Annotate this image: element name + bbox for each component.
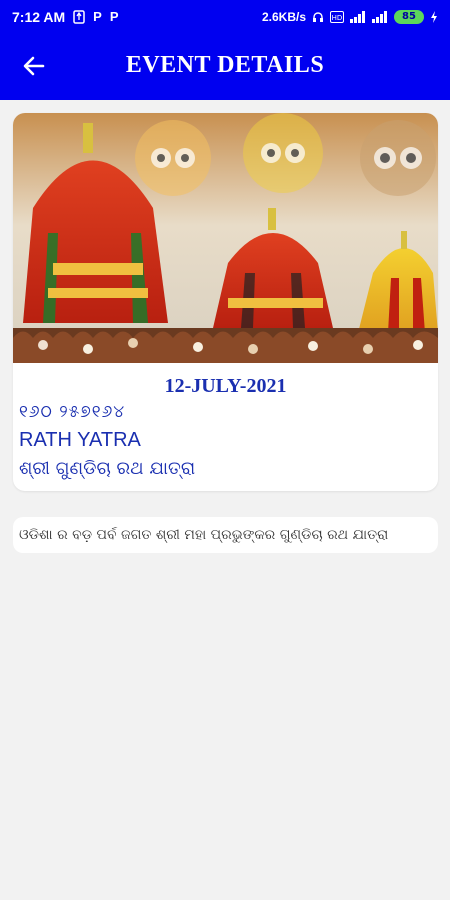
page-title: EVENT DETAILS: [125, 52, 325, 78]
event-odia-date: ୧୬ଠ ୨୫୭୧୬୪: [19, 402, 126, 422]
description-card: ଓଡିଶା ର ବଡ଼ ପର୍ବ ଜଗତ ଶ୍ରୀ ମହା ପ୍ରଭୁଙ୍କର …: [13, 517, 438, 553]
arrow-left-icon: [23, 55, 45, 81]
event-date: 12-JULY-2021: [164, 375, 287, 397]
charging-icon: [430, 10, 438, 24]
event-name: RATH YATRA: [19, 429, 141, 451]
battery-indicator: 85: [394, 9, 424, 24]
usb-icon: [73, 9, 85, 24]
event-image: [13, 113, 438, 363]
headset-icon: [312, 10, 324, 24]
event-description: ଓଡିଶା ର ବଡ଼ ପର୍ବ ଜଗତ ଶ୍ରୀ ମହା ପ୍ରଭୁଙ୍କର …: [19, 527, 389, 543]
network-speed: 2.6KB/s: [261, 9, 306, 24]
back-button[interactable]: [16, 50, 52, 86]
status-time: 7:12 AM: [12, 8, 66, 25]
p-app-icon: P: [109, 9, 119, 24]
hd-icon: HD: [330, 10, 344, 24]
signal-icon: [350, 10, 366, 24]
signal-icon: [372, 10, 388, 24]
p-app-icon: P: [93, 9, 102, 24]
svg-text:HD: HD: [332, 14, 343, 22]
status-bar: 7:12 AM P P 2.6KB/s HD 85: [0, 0, 450, 33]
event-odia-name: ଶ୍ରୀ ଗୁଣ୍ଡିଚା ରଥ ଯାତ୍ରା: [19, 458, 196, 479]
event-card: 12-JULY-2021 ୧୬ଠ ୨୫୭୧୬୪ RATH YATRA ଶ୍ରୀ …: [13, 113, 438, 491]
